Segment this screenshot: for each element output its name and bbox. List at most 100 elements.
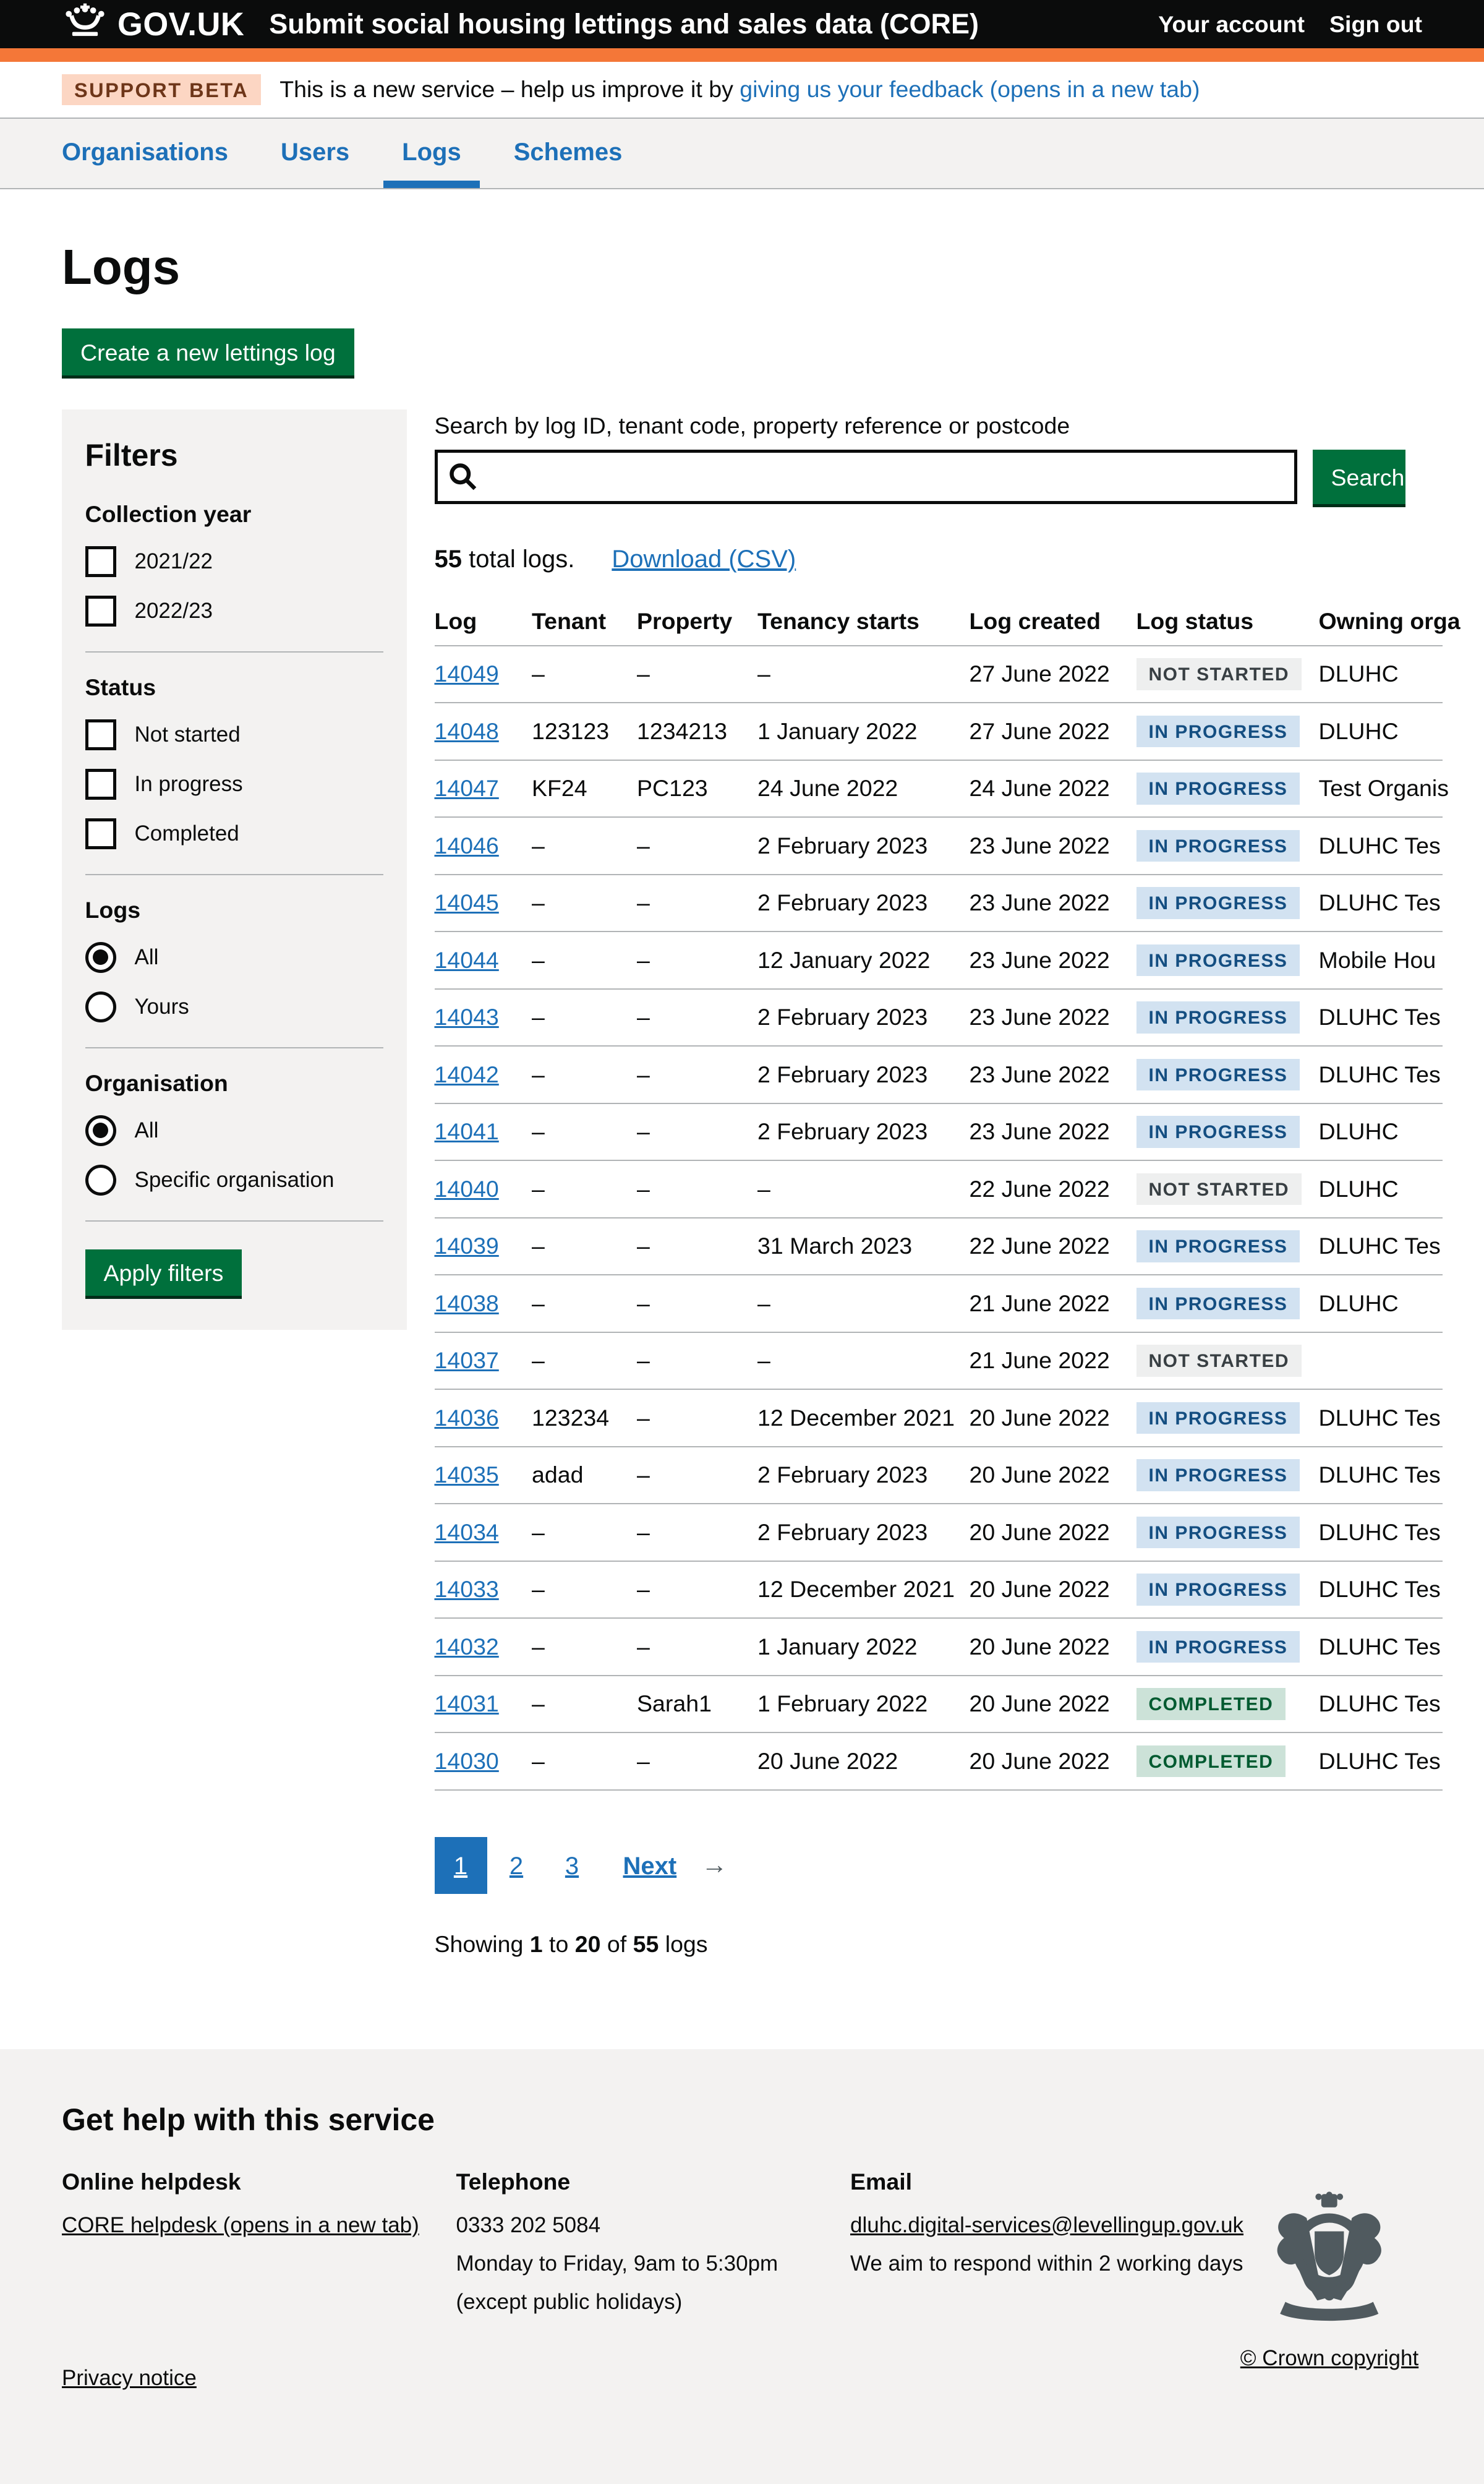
property-cell: – [637,1344,757,1377]
nav-link-users[interactable]: Users [262,119,368,188]
search-input[interactable] [435,450,1297,504]
log-id-link[interactable]: 14048 [435,718,499,744]
next-page-link[interactable]: Next [614,1837,686,1895]
radio-button[interactable] [85,1165,116,1196]
log-id-link[interactable]: 14035 [435,1462,499,1488]
log-id-link[interactable]: 14032 [435,1634,499,1660]
owning-organisation-cell: Mobile Hou [1319,944,1446,977]
create-lettings-log-button[interactable]: Create a new lettings log [62,328,354,375]
log-id-link[interactable]: 14030 [435,1748,499,1774]
footer-link-line: CORE helpdesk (opens in a new tab) [62,2211,456,2240]
crown-copyright-link[interactable]: © Crown copyright [1240,2346,1418,2371]
checkbox-option-in-progress[interactable]: In progress [85,769,384,800]
checkbox[interactable] [85,546,116,577]
property-cell: – [637,1173,757,1206]
footer-link[interactable]: dluhc.digital-services@levellingup.gov.u… [850,2213,1243,2237]
header-account-nav: Your account Sign out [1158,11,1422,38]
option-label: 2021/22 [135,549,213,574]
status-badge: Not started [1136,1345,1302,1377]
column-header-log: Log [435,605,532,638]
log-id-link[interactable]: 14036 [435,1405,499,1431]
next-arrow-icon[interactable]: → [701,1851,728,1880]
nav-link-schemes[interactable]: Schemes [495,119,641,188]
log-status-cell: In progress [1136,827,1319,865]
log-id-link[interactable]: 14047 [435,775,499,801]
radio-button[interactable] [85,991,116,1022]
log-id-link[interactable]: 14049 [435,661,499,687]
log-id-link[interactable]: 14042 [435,1061,499,1087]
nav-link-organisations[interactable]: Organisations [43,119,247,188]
your-account-link[interactable]: Your account [1158,11,1305,38]
log-id-link[interactable]: 14037 [435,1347,499,1373]
log-id-link[interactable]: 14045 [435,889,499,915]
feedback-link[interactable]: giving us your feedback (opens in a new … [740,76,1200,102]
log-id-cell: 14032 [435,1630,532,1663]
page-3[interactable]: 3 [546,1837,599,1895]
status-badge: In progress [1136,1631,1300,1663]
checkbox-option-2021-22[interactable]: 2021/22 [85,546,384,577]
radio-button[interactable] [85,1115,116,1146]
page-1-current[interactable]: 1 [435,1837,487,1895]
tenant-cell: – [532,1173,637,1206]
checkbox[interactable] [85,719,116,750]
checkbox[interactable] [85,818,116,849]
property-cell: – [637,1630,757,1663]
nav-link-logs[interactable]: Logs [383,119,480,188]
log-created-cell: 23 June 2022 [970,1001,1136,1034]
column-header-tenant: Tenant [532,605,637,638]
search-button[interactable]: Search [1313,450,1405,504]
checkbox-option-2022-23[interactable]: 2022/23 [85,596,384,627]
table-row: 14036123234–12 December 202120 June 2022… [435,1390,1443,1447]
primary-navigation: OrganisationsUsersLogsSchemes [0,119,1484,189]
privacy-notice-link[interactable]: Privacy notice [62,2366,197,2391]
table-row: 14032––1 January 202220 June 2022In prog… [435,1619,1443,1676]
log-id-link[interactable]: 14040 [435,1176,499,1202]
log-status-cell: In progress [1136,1628,1319,1666]
tenant-cell: – [532,829,637,862]
service-name[interactable]: Submit social housing lettings and sales… [269,8,979,40]
tenant-cell: – [532,1287,637,1320]
log-created-cell: 20 June 2022 [970,1630,1136,1663]
sign-out-link[interactable]: Sign out [1329,11,1422,38]
log-id-link[interactable]: 14046 [435,833,499,859]
radio-option-specific-organisation[interactable]: Specific organisation [85,1165,384,1196]
footer-link[interactable]: CORE helpdesk (opens in a new tab) [62,2213,419,2237]
footer-text-line: We aim to respond within 2 working days [850,2249,1245,2278]
log-status-cell: In progress [1136,1227,1319,1266]
log-id-link[interactable]: 14034 [435,1519,499,1545]
owning-organisation-cell: DLUHC Tes [1319,1458,1450,1491]
table-row: 14045––2 February 202323 June 2022In pro… [435,875,1443,933]
govuk-logo[interactable]: GOV.UK [62,3,244,45]
log-id-link[interactable]: 14033 [435,1576,499,1602]
log-id-link[interactable]: 14041 [435,1118,499,1144]
log-id-link[interactable]: 14038 [435,1290,499,1316]
log-id-link[interactable]: 14043 [435,1004,499,1030]
footer-text-line: 0333 202 5084 [456,2211,851,2240]
tenant-cell: – [532,1230,637,1262]
checkbox[interactable] [85,596,116,627]
radio-option-all[interactable]: All [85,942,384,973]
status-badge: In progress [1136,773,1300,805]
checkbox-option-completed[interactable]: Completed [85,818,384,849]
page-2[interactable]: 2 [490,1837,543,1895]
radio-button[interactable] [85,942,116,973]
radio-option-all[interactable]: All [85,1115,384,1146]
log-id-link[interactable]: 14044 [435,947,499,973]
tenancy-starts-cell: 2 February 2023 [757,1115,970,1148]
radio-option-yours[interactable]: Yours [85,991,384,1022]
nav-item: Schemes [495,119,641,188]
status-badge: In progress [1136,944,1300,977]
total-logs-suffix: total logs. [462,546,574,573]
apply-filters-button[interactable]: Apply filters [85,1249,242,1296]
log-id-cell: 14035 [435,1458,532,1491]
log-id-cell: 14046 [435,829,532,862]
checkbox-option-not-started[interactable]: Not started [85,719,384,750]
log-id-link[interactable]: 14031 [435,1690,499,1716]
checkbox[interactable] [85,769,116,800]
download-csv-link[interactable]: Download (CSV) [612,546,796,573]
total-logs-count: 55 total logs. [435,546,575,573]
tenancy-starts-cell: 2 February 2023 [757,886,970,919]
owning-organisation-cell: DLUHC Tes [1319,1630,1450,1663]
log-id-link[interactable]: 14039 [435,1233,499,1259]
property-cell: – [637,829,757,862]
